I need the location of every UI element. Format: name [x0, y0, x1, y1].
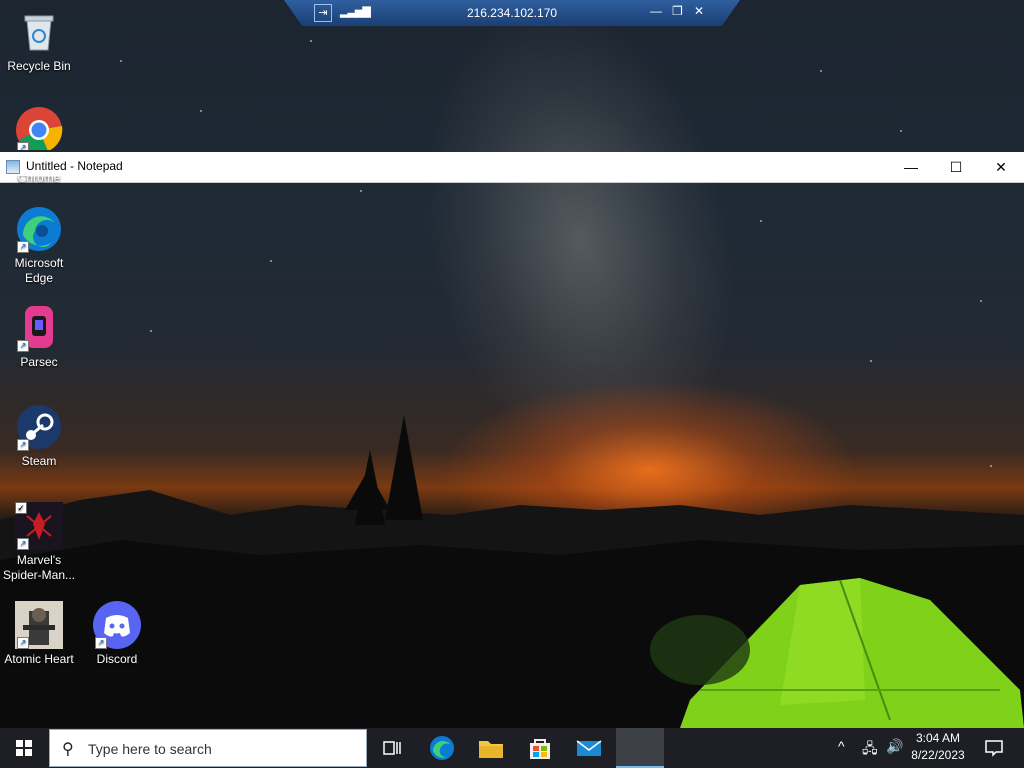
search-placeholder: Type here to search	[88, 741, 212, 757]
desktop-icon-label: Microsoft Edge	[14, 256, 64, 285]
recycle-bin-icon	[15, 8, 63, 56]
shortcut-arrow-icon: ↗	[17, 439, 29, 451]
desktop-icon-chrome-label-area[interactable]: Chrome	[1, 176, 77, 186]
windows-logo-icon	[16, 740, 32, 756]
shortcut-arrow-icon: ↗	[17, 142, 29, 150]
clock[interactable]: 3:04 AM 8/22/2023	[908, 730, 968, 764]
parsec-icon: ↗	[15, 304, 63, 352]
mail-icon	[576, 740, 602, 756]
maximize-button[interactable]: ☐	[933, 152, 979, 182]
edge-icon	[430, 736, 454, 760]
desktop-icon-edge[interactable]: ↗ Microsoft Edge	[1, 205, 77, 286]
clock-date: 8/22/2023	[911, 748, 965, 762]
volume-icon[interactable]: 🔊	[886, 738, 903, 755]
desktop-wallpaper: ⇥ ▂▃▅▇ 216.234.102.170 — ❐ ✕ Untitled - …	[0, 0, 1024, 728]
network-icon[interactable]: 🖧	[862, 738, 878, 762]
minimize-button[interactable]: —	[888, 152, 934, 182]
desktop-icon-chrome[interactable]: ↗	[1, 106, 77, 150]
task-view-icon	[383, 741, 401, 755]
shortcut-arrow-icon: ↗	[17, 637, 29, 649]
show-hidden-icons-button[interactable]: ^	[838, 738, 845, 754]
checkbox-icon[interactable]: ✓	[15, 502, 27, 514]
notepad-icon	[6, 160, 20, 174]
desktop-icon-label: Recycle Bin	[7, 59, 71, 73]
desktop-icon-label: Parsec	[20, 355, 58, 369]
taskbar-store-button[interactable]	[518, 728, 562, 768]
taskbar-notepad-button[interactable]	[616, 728, 664, 768]
notepad-title: Untitled - Notepad	[26, 159, 123, 173]
shortcut-arrow-icon: ↗	[17, 340, 29, 352]
store-icon	[530, 739, 550, 759]
chrome-icon: ↗	[15, 106, 63, 150]
atomic-heart-icon: ↗	[15, 601, 63, 649]
desktop-icon-atomic-heart[interactable]: ↗ Atomic Heart	[1, 601, 77, 667]
steam-icon: ↗	[15, 403, 63, 451]
close-remote-button[interactable]: ✕	[694, 4, 704, 18]
search-box[interactable]: ⚲ Type here to search	[49, 729, 367, 767]
task-view-button[interactable]	[370, 728, 414, 768]
minimize-remote-button[interactable]: —	[650, 4, 662, 18]
start-button[interactable]	[0, 728, 48, 768]
desktop-icon-parsec[interactable]: ↗ Parsec	[1, 304, 77, 370]
clock-time: 3:04 AM	[915, 731, 961, 745]
shortcut-arrow-icon: ↗	[17, 241, 29, 253]
taskbar-file-explorer-button[interactable]	[469, 728, 513, 768]
desktop-icon-label: Atomic Heart	[4, 652, 74, 666]
desktop-icon-discord[interactable]: ↗ Discord	[79, 601, 155, 667]
folder-icon	[479, 741, 503, 758]
desktop-icon-recycle-bin[interactable]: Recycle Bin	[1, 8, 77, 74]
shortcut-arrow-icon: ↗	[95, 637, 107, 649]
discord-icon: ↗	[93, 601, 141, 649]
desktop-icon-steam[interactable]: ↗ Steam	[1, 403, 77, 469]
notification-icon	[985, 740, 1003, 757]
taskbar-mail-button[interactable]	[567, 728, 611, 768]
taskbar-edge-button[interactable]	[420, 728, 464, 768]
taskbar: ⚲ Type here to search ^ 🖧 🔊 3:04 AM 8/22…	[0, 728, 1024, 768]
desktop-icon-label: Steam	[21, 454, 57, 468]
desktop-icon-label: Marvel's Spider-Man...	[2, 553, 76, 582]
action-center-button[interactable]	[972, 728, 1016, 768]
spiderman-icon: ✓ ↗	[15, 502, 63, 550]
shortcut-arrow-icon: ↗	[17, 538, 29, 550]
restore-remote-button[interactable]: ❐	[672, 4, 683, 18]
notepad-window[interactable]: Untitled - Notepad — ☐ ✕	[0, 152, 1024, 183]
desktop-icon-spiderman[interactable]: ✓ ↗ Marvel's Spider-Man...	[1, 502, 77, 583]
remote-desktop-bar: ⇥ ▂▃▅▇ 216.234.102.170 — ❐ ✕	[284, 0, 740, 26]
desktop-icon-label: Discord	[96, 652, 138, 666]
close-button[interactable]: ✕	[978, 152, 1024, 182]
search-icon: ⚲	[62, 741, 74, 758]
edge-icon: ↗	[15, 205, 63, 253]
desktop-icon-label: Chrome	[17, 176, 61, 185]
